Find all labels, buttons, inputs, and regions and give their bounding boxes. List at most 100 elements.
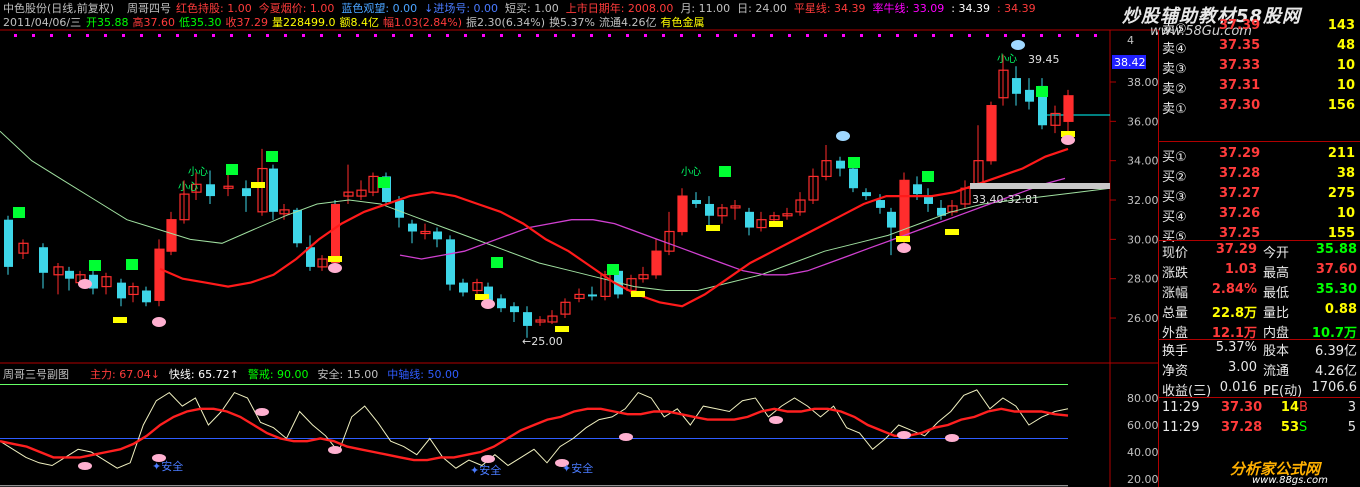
sub-axis-label: 60.00	[1127, 419, 1158, 432]
quote-row: 涨幅 2.84% 最低 35.30	[1159, 281, 1360, 301]
quote-value: 35.88	[1315, 242, 1357, 257]
strong-candle-4	[987, 105, 996, 161]
top-marker	[644, 34, 647, 37]
safety-tag-1: ✦安全	[470, 463, 501, 477]
bid-label: 买④	[1162, 210, 1187, 225]
buy-signal-marker-7	[607, 264, 619, 275]
diamond-marker-3	[481, 299, 495, 309]
top-marker	[878, 34, 881, 37]
top-marker	[140, 34, 143, 37]
candle-body-19	[269, 168, 278, 212]
price-axis-label: 34.00	[1127, 155, 1158, 168]
top-marker	[392, 34, 395, 37]
candlestick-chart[interactable]: 38.0036.0034.0032.0030.0028.0026.00438.4…	[0, 0, 1158, 487]
support-band	[970, 183, 1110, 189]
bid-volume: 10	[1336, 206, 1355, 221]
range-label: 33.40-32.81	[972, 193, 1039, 206]
sub-value-1: 快线: 65.72↑	[168, 368, 239, 381]
top-marker	[680, 34, 683, 37]
quote-label: 今开	[1263, 246, 1290, 261]
top-marker	[446, 34, 449, 37]
candle-body-33	[446, 239, 455, 285]
candle-body-29	[395, 200, 404, 218]
price-axis-label: 38.00	[1127, 76, 1158, 89]
sub-diamond-0	[78, 462, 92, 470]
top-marker	[86, 34, 89, 37]
candle-body-15	[206, 184, 215, 197]
quote-value: 37.60	[1315, 262, 1357, 277]
sub-diamond-6	[619, 433, 633, 441]
top-marker	[914, 34, 917, 37]
top-marker	[536, 34, 539, 37]
hold-signal-marker-2	[328, 256, 342, 262]
candle-body-34	[459, 282, 468, 293]
strong-candle-0	[155, 249, 164, 301]
quote-label: 最高	[1263, 266, 1290, 281]
stat-row: 换手 5.37% 股本 6.39亿	[1159, 339, 1360, 359]
quote-label: 最低	[1263, 286, 1290, 301]
ask-price: 37.33	[1219, 58, 1261, 73]
safety-tag-2: ✦安全	[562, 461, 593, 475]
top-marker	[842, 34, 845, 37]
sub-axis-label: 80.00	[1127, 392, 1158, 405]
bid-row: 买③ 37.27 275	[1159, 184, 1360, 205]
top-marker	[752, 34, 755, 37]
price-axis-label: 26.00	[1127, 312, 1158, 325]
candle-body-2	[39, 247, 48, 273]
top-marker	[158, 34, 161, 37]
top-marker	[428, 34, 431, 37]
tick-volume: 14	[1280, 400, 1299, 415]
ask-label: 卖⑤	[1162, 22, 1187, 37]
top-marker	[590, 34, 593, 37]
diamond-marker-5	[1061, 135, 1075, 145]
quote-value: 22.8万	[1211, 306, 1257, 321]
stat-value: 0.016	[1219, 380, 1257, 395]
caution-label-3: 小心	[997, 53, 1017, 65]
sub-diamond-4	[481, 455, 495, 463]
bid-label: 买③	[1162, 190, 1187, 205]
top-marker	[662, 34, 665, 37]
quote-value: 1.03	[1224, 262, 1257, 277]
hold-signal-marker-6	[706, 225, 720, 231]
ask-row: 卖① 37.30 156	[1159, 96, 1360, 117]
ask-row: 卖② 37.31 10	[1159, 76, 1360, 97]
stat-row: 净资 3.00 流通 4.26亿	[1159, 359, 1360, 379]
quote-panel: 卖⑤ 37.39 143 卖④ 37.35 48 卖③ 37.33 10 卖② 37.31 10 卖① 3…	[1158, 18, 1360, 487]
price-axis-label: 32.00	[1127, 194, 1158, 207]
caution-label-1: 小心	[178, 181, 198, 193]
top-marker	[626, 34, 629, 37]
top-marker	[212, 34, 215, 37]
candle-body-32	[433, 231, 442, 240]
ticks-divider	[1159, 397, 1360, 398]
top-marker	[50, 34, 53, 37]
top-marker	[770, 34, 773, 37]
top-marker	[860, 34, 863, 37]
buy-signal-marker-5	[378, 177, 390, 188]
stat-row: 收益(三) 0.016 PE(动) 1706.6	[1159, 379, 1360, 399]
strong-candle-5	[1064, 95, 1073, 122]
sub-diamond-3	[328, 446, 342, 454]
sub-value-2: 警戒: 90.00	[247, 368, 309, 381]
bid-row: 买① 37.29 211	[1159, 144, 1360, 165]
ask-row: 卖④ 37.35 48	[1159, 36, 1360, 57]
buy-signal-marker-8	[719, 166, 731, 177]
top-marker	[518, 34, 521, 37]
top-marker	[320, 34, 323, 37]
hold-signal-marker-0	[113, 317, 127, 323]
bid-price: 37.29	[1219, 146, 1261, 161]
top-marker	[14, 34, 17, 37]
ask-label: 卖①	[1162, 102, 1187, 117]
bid-row: 买④ 37.26 10	[1159, 204, 1360, 225]
ask-label: 卖②	[1162, 82, 1187, 97]
top-marker	[716, 34, 719, 37]
quote-row: 总量 22.8万 量比 0.88	[1159, 301, 1360, 321]
quote-label: 总量	[1162, 306, 1189, 321]
buy-signal-marker-3	[226, 164, 238, 175]
top-marker	[1058, 34, 1061, 37]
bid-volume: 211	[1327, 146, 1355, 161]
candle-body-53	[705, 203, 714, 216]
candle-body-77	[1012, 78, 1021, 94]
top-marker	[374, 34, 377, 37]
tick-volume: 53	[1280, 420, 1299, 435]
hold-signal-marker-8	[896, 236, 910, 242]
